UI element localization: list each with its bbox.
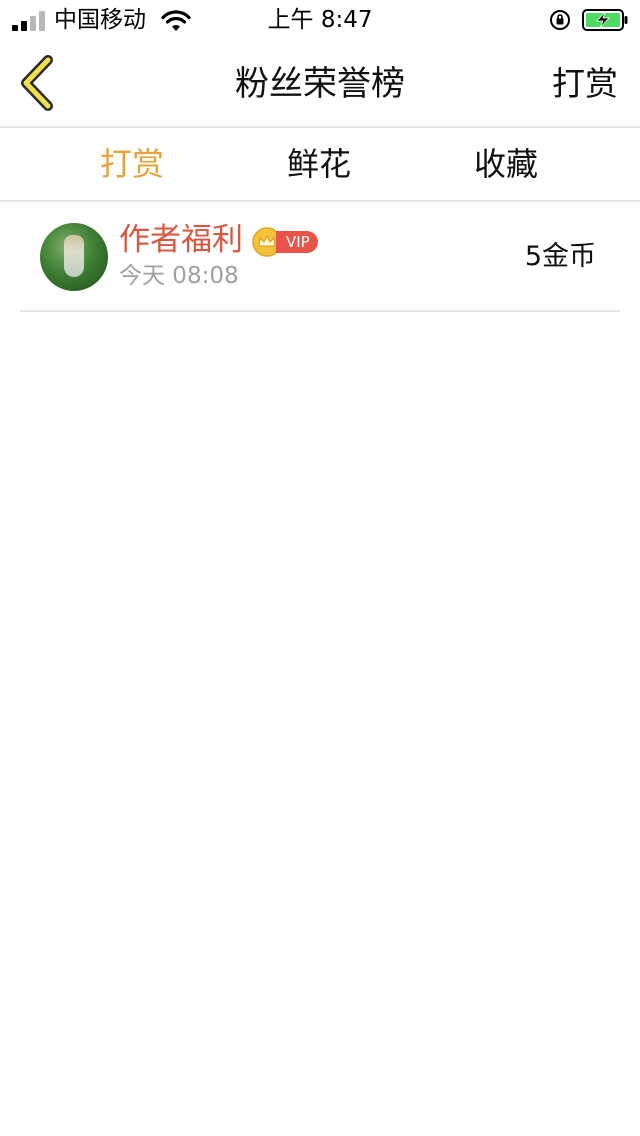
list-item[interactable]: 作者福利 VIP 今天 08:08 5金币: [20, 204, 620, 312]
tab-favorites[interactable]: 收藏: [416, 128, 596, 200]
reward-time: 今天 08:08: [119, 263, 239, 289]
reward-amount: 5金币: [524, 241, 596, 272]
reward-button[interactable]: 打赏: [552, 64, 618, 104]
fan-list: 作者福利 VIP 今天 08:08 5金币: [20, 204, 620, 312]
status-bar: 中国移动 上午 8:47: [0, 0, 640, 40]
nav-bar: 粉丝荣誉榜 打赏: [0, 40, 640, 128]
user-name: 作者福利: [119, 222, 243, 258]
page-title: 粉丝荣誉榜: [235, 64, 405, 104]
status-time: 上午 8:47: [267, 7, 373, 33]
tab-reward[interactable]: 打赏: [42, 128, 222, 200]
vip-badge: VIP: [276, 231, 318, 253]
avatar: [40, 223, 108, 291]
tab-bar: 打赏 鲜花 收藏: [0, 128, 640, 202]
rotation-lock-icon: [550, 10, 570, 30]
tab-flowers[interactable]: 鲜花: [229, 128, 409, 200]
battery-charging-icon: [582, 9, 628, 31]
